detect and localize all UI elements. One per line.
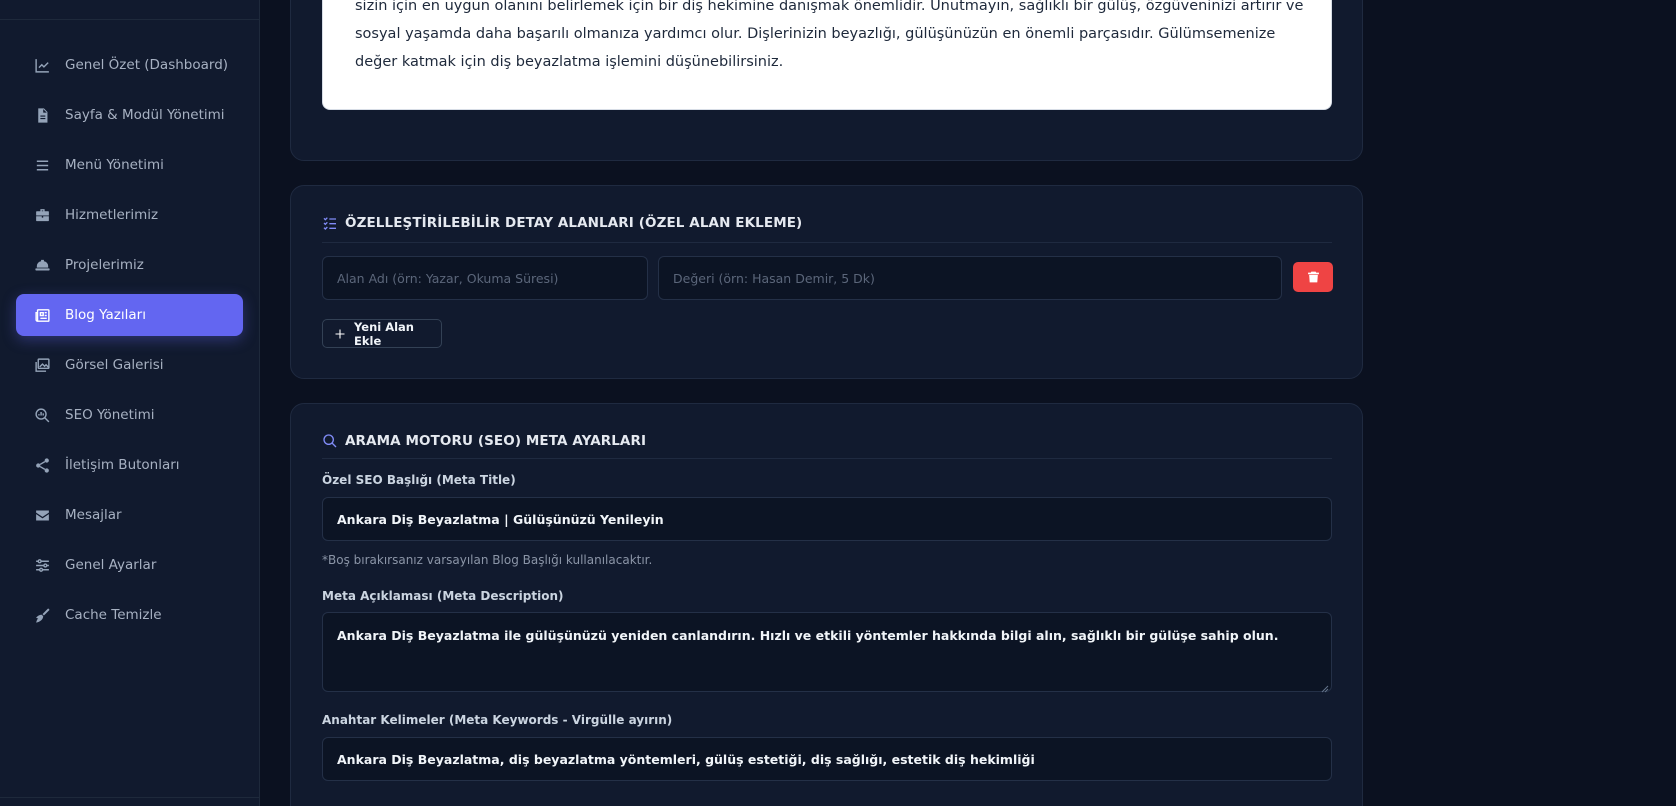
bars-icon bbox=[33, 156, 51, 174]
sidebar-item-cache[interactable]: Cache Temizle bbox=[16, 594, 243, 636]
helmet-icon bbox=[33, 256, 51, 274]
sidebar-item-label: Blog Yazıları bbox=[65, 307, 146, 323]
sidebar-item-label: SEO Yönetimi bbox=[65, 407, 155, 423]
sidebar-item-dashboard[interactable]: Genel Özet (Dashboard) bbox=[16, 44, 243, 86]
plus-icon bbox=[334, 328, 346, 340]
sidebar-item-label: Cache Temizle bbox=[65, 607, 162, 623]
sidebar-item-pages[interactable]: Sayfa & Modül Yönetimi bbox=[16, 94, 243, 136]
sidebar-item-label: Projelerimiz bbox=[65, 257, 144, 273]
sidebar: Genel Özet (Dashboard) Sayfa & Modül Yön… bbox=[0, 0, 260, 806]
field-value-input[interactable]: Değeri (örn: Hasan Demir, 5 Dk) bbox=[658, 256, 1282, 300]
meta-description-textarea[interactable]: Ankara Diş Beyazlatma ile gülüşünüzü yen… bbox=[322, 612, 1332, 693]
sidebar-item-services[interactable]: Hizmetlerimiz bbox=[16, 194, 243, 236]
envelope-icon bbox=[33, 506, 51, 524]
chart-line-icon bbox=[33, 56, 51, 74]
sidebar-item-projects[interactable]: Projelerimiz bbox=[16, 244, 243, 286]
sidebar-item-label: Mesajlar bbox=[65, 507, 122, 523]
sidebar-item-label: İletişim Butonları bbox=[65, 457, 180, 473]
briefcase-icon bbox=[33, 206, 51, 224]
sidebar-item-contact-buttons[interactable]: İletişim Butonları bbox=[16, 444, 243, 486]
sidebar-item-label: Menü Yönetimi bbox=[65, 157, 164, 173]
newspaper-icon bbox=[33, 306, 51, 324]
content-card: sizin için en uygun olanını belirlemek i… bbox=[290, 0, 1363, 161]
share-icon bbox=[33, 456, 51, 474]
sliders-icon bbox=[33, 556, 51, 574]
sidebar-item-gallery[interactable]: Görsel Galerisi bbox=[16, 344, 243, 386]
meta-description-label: Meta Açıklaması (Meta Description) bbox=[322, 589, 564, 603]
search-chart-icon bbox=[33, 406, 51, 424]
search-icon bbox=[322, 433, 338, 449]
sidebar-item-label: Görsel Galerisi bbox=[65, 357, 164, 373]
add-field-button[interactable]: Yeni Alan Ekle bbox=[322, 319, 442, 348]
sidebar-nav: Genel Özet (Dashboard) Sayfa & Modül Yön… bbox=[16, 44, 243, 644]
sidebar-item-settings[interactable]: Genel Ayarlar bbox=[16, 544, 243, 586]
trash-icon bbox=[1307, 271, 1319, 283]
section-divider bbox=[322, 242, 1332, 243]
meta-title-input[interactable]: Ankara Diş Beyazlatma | Gülüşünüzü Yenil… bbox=[322, 497, 1332, 541]
meta-description-value: Ankara Diş Beyazlatma ile gülüşünüzü yen… bbox=[337, 628, 1279, 643]
custom-fields-card: ÖZELLEŞTİRİLEBİLİR DETAY ALANLARI (ÖZEL … bbox=[290, 185, 1363, 379]
content-editor[interactable]: sizin için en uygun olanını belirlemek i… bbox=[322, 0, 1332, 110]
sidebar-item-label: Genel Özet (Dashboard) bbox=[65, 57, 229, 73]
images-icon bbox=[33, 356, 51, 374]
meta-title-label: Özel SEO Başlığı (Meta Title) bbox=[322, 473, 516, 487]
file-icon bbox=[33, 106, 51, 124]
meta-title-hint: *Boş bırakırsanız varsayılan Blog Başlığ… bbox=[322, 553, 653, 567]
sidebar-item-menu[interactable]: Menü Yönetimi bbox=[16, 144, 243, 186]
sidebar-item-blog[interactable]: Blog Yazıları bbox=[16, 294, 243, 336]
delete-field-button[interactable] bbox=[1293, 262, 1333, 292]
seo-card: ARAMA MOTORU (SEO) META AYARLARI Özel SE… bbox=[290, 403, 1363, 806]
meta-keywords-input[interactable]: Ankara Diş Beyazlatma, diş beyazlatma yö… bbox=[322, 737, 1332, 781]
sidebar-divider bbox=[0, 797, 259, 798]
field-name-input[interactable]: Alan Adı (örn: Yazar, Okuma Süresi) bbox=[322, 256, 648, 300]
sidebar-item-label: Sayfa & Modül Yönetimi bbox=[65, 107, 225, 123]
sidebar-item-seo[interactable]: SEO Yönetimi bbox=[16, 394, 243, 436]
sidebar-item-messages[interactable]: Mesajlar bbox=[16, 494, 243, 536]
sidebar-divider bbox=[0, 19, 259, 20]
custom-fields-title: ÖZELLEŞTİRİLEBİLİR DETAY ALANLARI (ÖZEL … bbox=[322, 215, 802, 231]
content-text: sizin için en uygun olanını belirlemek i… bbox=[355, 0, 1304, 70]
sidebar-item-label: Hizmetlerimiz bbox=[65, 207, 159, 223]
list-check-icon bbox=[322, 215, 338, 231]
sidebar-item-label: Genel Ayarlar bbox=[65, 557, 157, 573]
meta-keywords-label: Anahtar Kelimeler (Meta Keywords - Virgü… bbox=[322, 713, 673, 727]
section-divider bbox=[322, 458, 1332, 459]
broom-icon bbox=[33, 606, 51, 624]
resize-grip-icon[interactable] bbox=[1321, 681, 1329, 693]
seo-title: ARAMA MOTORU (SEO) META AYARLARI bbox=[322, 433, 646, 449]
